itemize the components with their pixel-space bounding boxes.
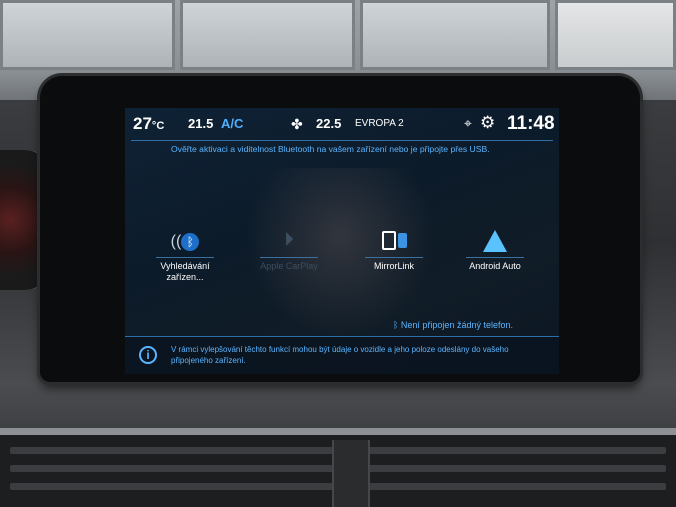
garage-window bbox=[360, 0, 550, 70]
divider bbox=[466, 257, 524, 258]
garage-wall bbox=[555, 0, 676, 70]
connection-message: Ověřte aktivaci a viditelnost Bluetooth … bbox=[171, 144, 490, 154]
divider bbox=[131, 140, 553, 141]
vent-control bbox=[332, 440, 370, 507]
app-mirrorlink[interactable]: MirrorLink bbox=[354, 226, 434, 272]
location-icon: ⌖ bbox=[464, 115, 472, 131]
mirrorlink-icon bbox=[354, 226, 434, 254]
radio-station[interactable]: EVROPA 2 bbox=[355, 118, 404, 129]
app-apple-carplay[interactable]: ⏵ Apple CarPlay bbox=[249, 226, 329, 272]
app-android-auto[interactable]: Android Auto bbox=[455, 226, 535, 272]
app-label: Apple CarPlay bbox=[260, 261, 318, 271]
info-text: V rámci vylepšování těchto funkcí mohou … bbox=[171, 345, 509, 365]
app-label: MirrorLink bbox=[373, 261, 414, 271]
gear-icon[interactable]: ⚙ bbox=[480, 113, 495, 133]
app-label: Android Auto bbox=[469, 261, 521, 271]
ac-button[interactable]: A/C bbox=[221, 116, 243, 131]
android-auto-icon bbox=[455, 226, 535, 254]
divider bbox=[260, 257, 318, 258]
phone-connection-status: ᛒ Není připojen žádný telefon. bbox=[393, 320, 513, 330]
divider bbox=[156, 257, 214, 258]
garage-window bbox=[0, 0, 175, 70]
app-bluetooth-search[interactable]: ((ᛒ Vyhledávání zařízen... bbox=[145, 226, 225, 283]
infotainment-screen: 27°C 21.5 A/C ✤ 22.5 EVROPA 2 ⌖ ⚙ 11:48 … bbox=[125, 108, 559, 374]
cabin-temperature-right[interactable]: 22.5 bbox=[316, 116, 341, 131]
bluetooth-icon: ((ᛒ bbox=[145, 226, 225, 254]
carplay-icon: ⏵ bbox=[284, 229, 294, 251]
info-icon[interactable]: i bbox=[139, 346, 157, 364]
info-banner: i V rámci vylepšování těchto funkcí moho… bbox=[125, 336, 559, 374]
outside-temperature: 27°C bbox=[133, 114, 165, 133]
clock: 11:48 bbox=[507, 113, 555, 134]
divider bbox=[365, 257, 423, 258]
cabin-temperature-left[interactable]: 21.5 bbox=[188, 116, 213, 131]
fan-icon[interactable]: ✤ bbox=[291, 116, 303, 133]
status-bar: 27°C 21.5 A/C ✤ 22.5 EVROPA 2 ⌖ ⚙ 11:48 bbox=[125, 108, 559, 142]
garage-window bbox=[180, 0, 355, 70]
app-label: Vyhledávání zařízen... bbox=[160, 261, 210, 282]
bluetooth-icon: ᛒ bbox=[393, 320, 401, 330]
